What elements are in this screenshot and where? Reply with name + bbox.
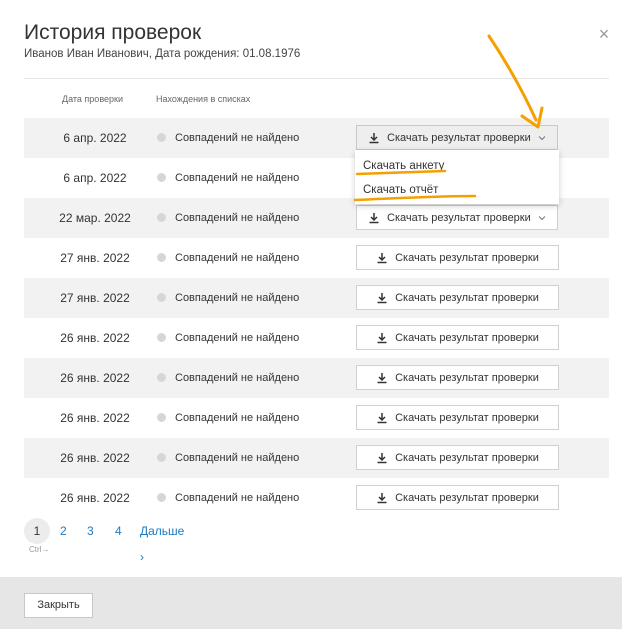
match-status: Совпадений не найдено	[175, 372, 300, 384]
download-button-label: Скачать результат проверки	[395, 491, 539, 504]
download-icon	[376, 452, 388, 464]
download-result-button[interactable]: Скачать результат проверки	[356, 485, 559, 510]
check-date: 22 мар. 2022	[59, 211, 131, 225]
download-icon	[376, 252, 388, 264]
download-icon	[376, 372, 388, 384]
match-status: Совпадений не найдено	[175, 492, 300, 504]
download-result-button[interactable]: Скачать результат проверки	[356, 205, 558, 230]
match-status: Совпадений не найдено	[175, 292, 300, 304]
menu-item-download-form[interactable]: Скачать анкету	[363, 160, 444, 172]
page-link-2[interactable]: 2	[60, 518, 67, 544]
status-dot-icon	[157, 373, 166, 382]
keyboard-hint: Ctrl→	[29, 545, 50, 554]
chevron-down-icon	[537, 213, 547, 223]
status-dot-icon	[157, 493, 166, 502]
match-status: Совпадений не найдено	[175, 332, 300, 344]
download-result-button[interactable]: Скачать результат проверки	[356, 405, 559, 430]
header-divider	[24, 78, 609, 79]
download-result-button[interactable]: Скачать результат проверки	[356, 445, 559, 470]
download-result-button[interactable]: Скачать результат проверки	[356, 325, 559, 350]
download-result-button[interactable]: Скачать результат проверки	[356, 245, 559, 270]
download-icon	[368, 212, 380, 224]
menu-item-download-report[interactable]: Скачать отчёт	[363, 184, 438, 196]
status-dot-icon	[157, 253, 166, 262]
table-row: 27 янв. 2022 Совпадений не найдено Скачать…	[24, 238, 609, 278]
status-dot-icon	[157, 333, 166, 342]
table-row: 27 янв. 2022 Совпадений не найдено Скачать…	[24, 278, 609, 318]
download-button-label: Скачать результат проверки	[395, 331, 539, 344]
table-row: 22 мар. 2022 Совпадений не найдено Скачать…	[24, 198, 609, 238]
check-history-dialog: История проверок Иванов Иван Иванович, Д…	[0, 0, 622, 629]
status-dot-icon	[157, 293, 166, 302]
download-dropdown-menu: Скачать анкету Скачать отчёт	[355, 150, 559, 204]
check-date: 26 янв. 2022	[60, 371, 130, 385]
close-button[interactable]: Закрыть	[24, 593, 93, 618]
download-result-button[interactable]: Скачать результат проверки	[356, 125, 558, 150]
match-status: Совпадений не найдено	[175, 412, 300, 424]
check-date: 26 янв. 2022	[60, 331, 130, 345]
download-button-label: Скачать результат проверки	[387, 211, 531, 224]
download-result-button[interactable]: Скачать результат проверки	[356, 365, 559, 390]
dialog-footer	[0, 577, 622, 629]
check-date: 27 янв. 2022	[60, 291, 130, 305]
chevron-right-icon: ›	[140, 550, 144, 564]
match-status: Совпадений не найдено	[175, 132, 300, 144]
match-status: Совпадений не найдено	[175, 212, 300, 224]
download-icon	[376, 332, 388, 344]
status-dot-icon	[157, 213, 166, 222]
status-dot-icon	[157, 413, 166, 422]
check-date: 26 янв. 2022	[60, 411, 130, 425]
page-next-link[interactable]: Дальше ›	[140, 518, 184, 570]
download-icon	[368, 132, 380, 144]
column-header-lists: Нахождения в списках	[156, 94, 251, 104]
download-result-button[interactable]: Скачать результат проверки	[356, 285, 559, 310]
chevron-down-icon	[537, 133, 547, 143]
dialog-subtitle: Иванов Иван Иванович, Дата рождения: 01.…	[24, 48, 301, 60]
check-date: 27 янв. 2022	[60, 251, 130, 265]
download-icon	[376, 292, 388, 304]
dialog-title: История проверок	[24, 21, 202, 44]
check-date: 6 апр. 2022	[63, 171, 127, 185]
download-button-label: Скачать результат проверки	[395, 371, 539, 384]
match-status: Совпадений не найдено	[175, 452, 300, 464]
download-button-label: Скачать результат проверки	[395, 251, 539, 264]
column-header-date: Дата проверки	[62, 94, 123, 104]
download-button-label: Скачать результат проверки	[387, 131, 531, 144]
status-dot-icon	[157, 133, 166, 142]
check-date: 6 апр. 2022	[63, 131, 127, 145]
download-button-label: Скачать результат проверки	[395, 291, 539, 304]
table-row: 26 янв. 2022 Совпадений не найдено Скачать…	[24, 478, 609, 518]
status-dot-icon	[157, 173, 166, 182]
download-icon	[376, 492, 388, 504]
check-date: 26 янв. 2022	[60, 491, 130, 505]
table-row: 26 янв. 2022 Совпадений не найдено Скачать…	[24, 358, 609, 398]
page-current: 1	[24, 518, 50, 544]
download-button-label: Скачать результат проверки	[395, 411, 539, 424]
match-status: Совпадений не найдено	[175, 252, 300, 264]
table-row: 26 янв. 2022 Совпадений не найдено Скачать…	[24, 318, 609, 358]
close-icon[interactable]: ×	[596, 25, 612, 43]
download-button-label: Скачать результат проверки	[395, 451, 539, 464]
page-link-4[interactable]: 4	[115, 518, 122, 544]
match-status: Совпадений не найдено	[175, 172, 300, 184]
table-row: 26 янв. 2022 Совпадений не найдено Скачать…	[24, 438, 609, 478]
page-link-3[interactable]: 3	[87, 518, 94, 544]
page-next-label: Дальше	[140, 524, 185, 538]
status-dot-icon	[157, 453, 166, 462]
download-icon	[376, 412, 388, 424]
check-date: 26 янв. 2022	[60, 451, 130, 465]
table-row: 26 янв. 2022 Совпадений не найдено Скачать…	[24, 398, 609, 438]
